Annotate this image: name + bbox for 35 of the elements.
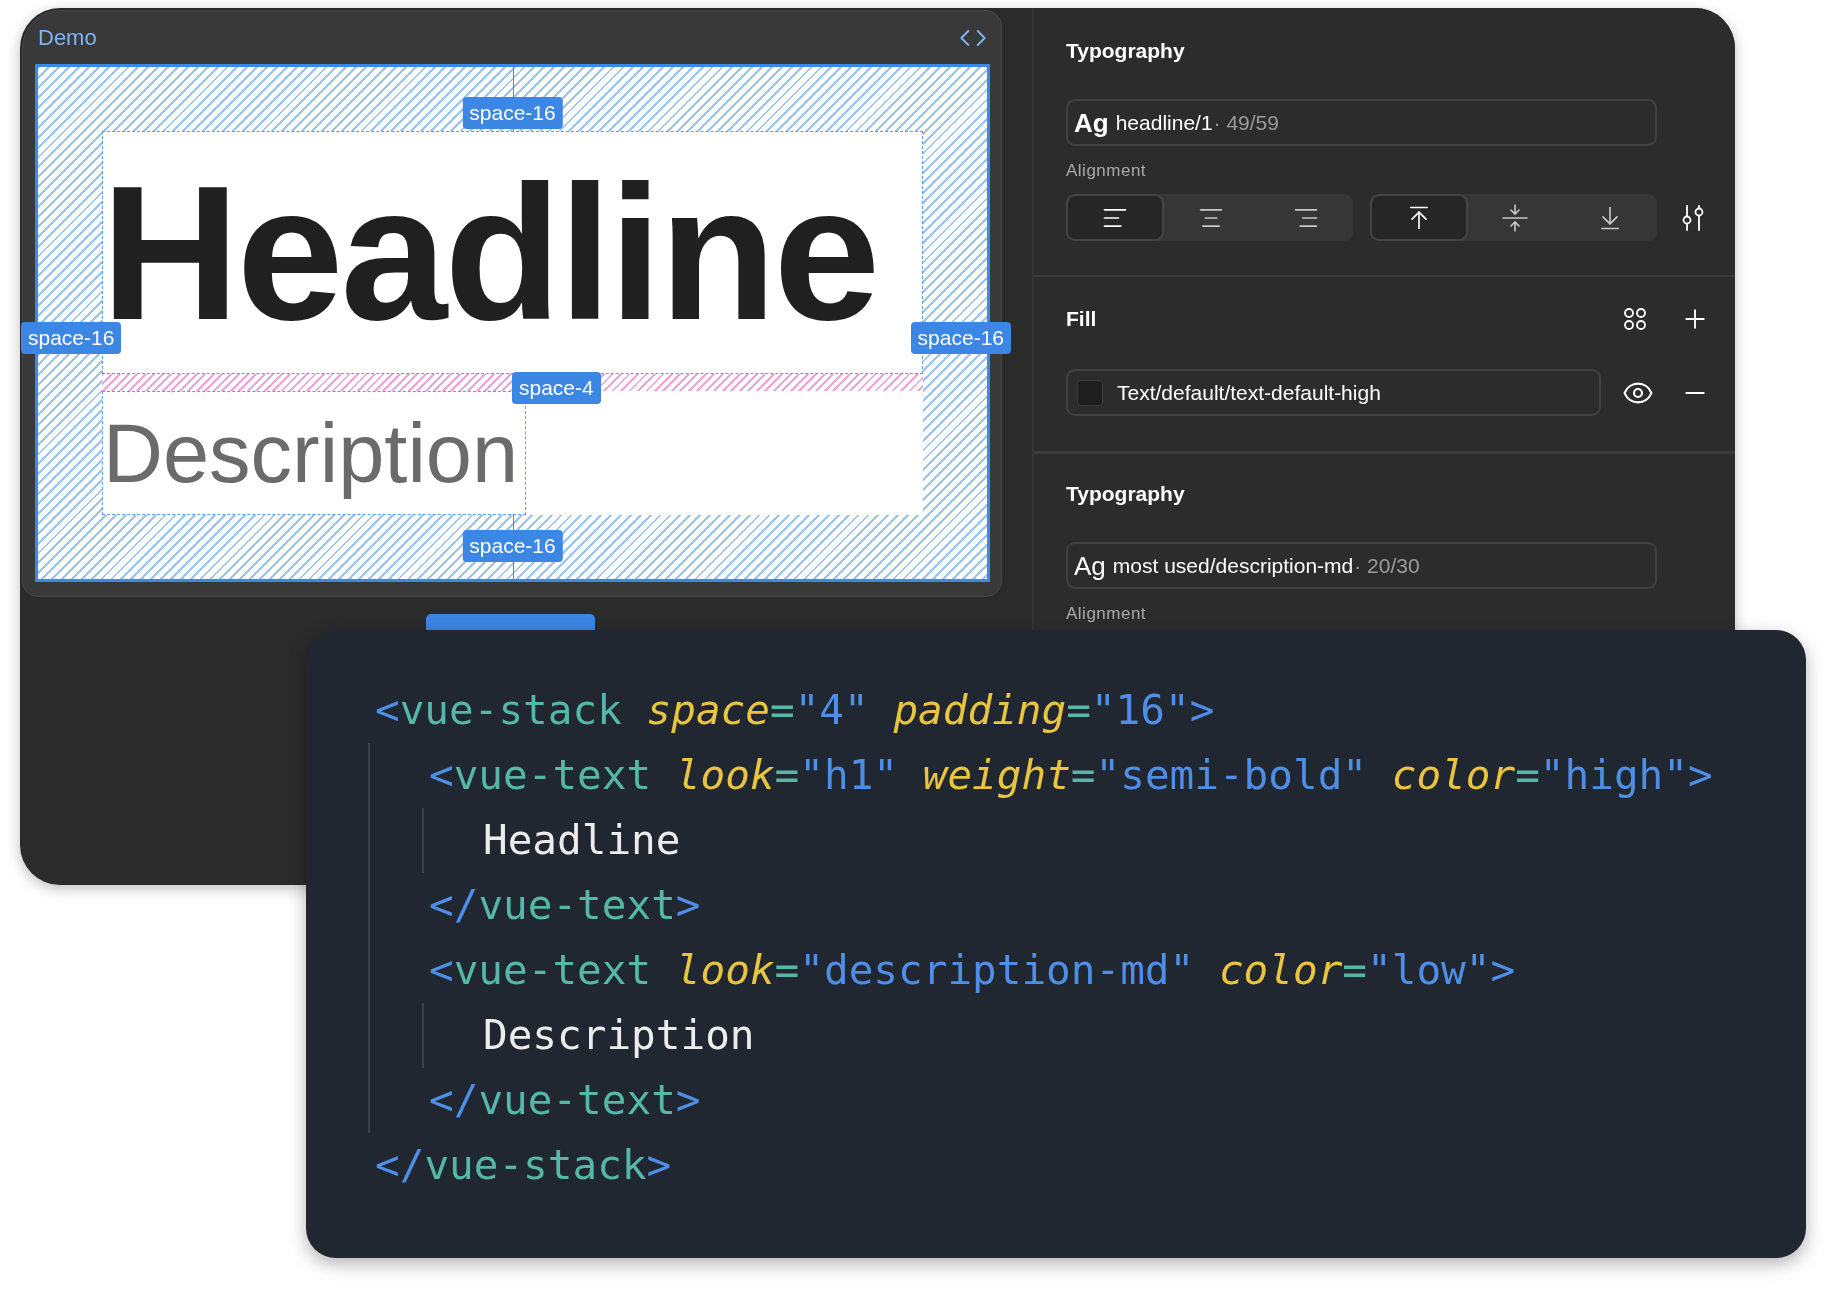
- text-style-icon: Ag: [1074, 552, 1106, 579]
- text-style-icon: Ag: [1074, 109, 1109, 136]
- demo-title: Demo: [38, 24, 97, 52]
- spacing-badge: space-16: [462, 97, 563, 129]
- spacing-badge: space-4: [512, 372, 601, 404]
- text-style-metrics: · 20/30: [1354, 552, 1420, 579]
- code-line: <vue-text look="description-md" color="low">: [429, 945, 1516, 996]
- text-style-field[interactable]: Ag most used/description-md· 20/30: [1066, 542, 1657, 589]
- spacing-badge: space-16: [21, 322, 122, 354]
- alignment-label: Alignment: [1066, 161, 1148, 181]
- color-swatch: [1077, 379, 1103, 406]
- fill-name: Text/default/text-default-high: [1117, 379, 1381, 406]
- fill-field[interactable]: Text/default/text-default-high: [1066, 369, 1601, 416]
- adjust-icon[interactable]: [1680, 203, 1706, 232]
- text-style-name: headline/1: [1115, 109, 1213, 136]
- styles-icon[interactable]: [1623, 307, 1647, 331]
- spacing-badge: space-16: [462, 530, 563, 562]
- align-middle-icon: [1502, 202, 1529, 233]
- section-title: Typography: [1066, 38, 1186, 64]
- section-title: Typography: [1066, 481, 1186, 507]
- code-line: <vue-text look="h1" weight="semi-bold" color="high">: [429, 750, 1713, 801]
- code-line: <vue-stack space="4" padding="16">: [375, 685, 1215, 736]
- alignment-button[interactable]: [1066, 194, 1165, 241]
- text-style-name: most used/description-md: [1112, 552, 1354, 579]
- code-line: </vue-text>: [429, 880, 701, 931]
- code-line: </vue-text>: [429, 1075, 701, 1126]
- section-title: Fill: [1066, 306, 1097, 332]
- code-line: </vue-stack>: [375, 1140, 672, 1191]
- code-line: Headline: [483, 815, 681, 866]
- text-style-field[interactable]: Ag headline/1· 49/59: [1066, 99, 1657, 146]
- alignment-button[interactable]: [1370, 194, 1469, 241]
- code-line: Description: [483, 1010, 755, 1061]
- spacing-badge: space-16: [910, 322, 1011, 354]
- alignment-label: Alignment: [1066, 604, 1148, 624]
- text-style-metrics: · 49/59: [1213, 109, 1279, 136]
